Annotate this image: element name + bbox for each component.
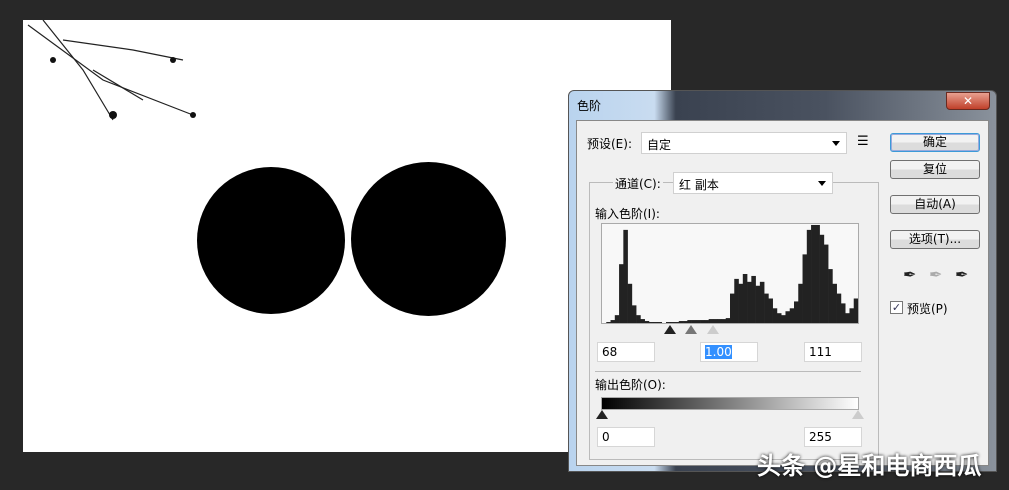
output-levels-label: 输出色阶(O):	[595, 378, 666, 392]
black-eyedropper-icon[interactable]: ✒	[903, 265, 916, 284]
histogram-bar	[823, 244, 829, 323]
reset-button[interactable]: 复位	[890, 160, 980, 179]
histogram-bar	[644, 321, 650, 323]
histogram-bar	[657, 322, 663, 323]
histogram-bar	[623, 229, 628, 323]
list-menu-icon[interactable]: ☰	[857, 134, 869, 149]
histogram-bar	[725, 318, 731, 323]
histogram-bar	[776, 313, 782, 323]
input-gamma-slider[interactable]	[685, 325, 697, 334]
divider	[595, 371, 861, 372]
histogram-bar	[648, 322, 654, 323]
histogram-bar	[772, 308, 778, 323]
histogram-bar	[853, 298, 858, 323]
chevron-down-icon	[832, 141, 840, 150]
close-button[interactable]: ✕	[946, 92, 990, 110]
histogram-bar	[640, 319, 645, 323]
input-black-slider[interactable]	[664, 325, 676, 334]
preset-label: 预设(E):	[587, 137, 632, 151]
histogram-bar	[700, 320, 705, 323]
histogram-bar	[849, 308, 855, 323]
dialog-title: 色阶	[577, 99, 602, 113]
histogram-bar	[836, 293, 842, 323]
histogram-bar	[636, 315, 641, 323]
channel-value: 红 副本	[679, 178, 719, 192]
input-white-field[interactable]: 111	[804, 342, 862, 362]
histogram-bar	[768, 298, 773, 323]
watermark: 头条 @星和电商西瓜	[757, 452, 982, 480]
right-black-circle	[351, 162, 506, 316]
histogram-bar	[832, 283, 837, 323]
histogram-bar	[794, 301, 799, 323]
histogram-bar	[687, 320, 692, 323]
histogram-bar	[764, 293, 769, 323]
preview-checkbox[interactable]: ✓	[890, 301, 903, 314]
histogram-bar	[712, 319, 718, 323]
white-eyedropper-icon[interactable]: ✒	[955, 265, 968, 284]
branch-decoration	[27, 20, 196, 121]
channel-label: 通道(C):	[613, 175, 663, 192]
left-black-circle	[197, 167, 345, 314]
histogram-bar	[798, 283, 803, 323]
histogram-bar	[734, 278, 739, 323]
histogram-bar	[811, 224, 816, 323]
gray-eyedropper-icon[interactable]: ✒	[929, 265, 942, 284]
histogram-bar	[751, 275, 756, 323]
histogram-bar	[653, 322, 658, 323]
histogram-bar	[695, 320, 701, 323]
histogram-bar	[721, 319, 727, 323]
histogram-bar	[789, 308, 795, 323]
input-gamma-field[interactable]: 1.00	[700, 342, 758, 362]
levels-dialog: 色阶 ✕ 预设(E): 自定 ☰ 通道(C): 红 副本 输入色阶(I): 68…	[568, 90, 997, 472]
histogram-bar	[683, 321, 688, 323]
histogram-bar	[670, 322, 675, 323]
histogram-bar	[631, 305, 637, 323]
output-white-slider[interactable]	[852, 410, 864, 419]
input-levels-label: 输入色阶(I):	[595, 207, 660, 221]
input-white-slider[interactable]	[707, 325, 719, 334]
histogram-bar	[845, 313, 850, 323]
channel-select[interactable]: 红 副本	[673, 172, 833, 194]
histogram-bar	[610, 320, 616, 323]
histogram-bar	[614, 315, 620, 323]
histogram-bar	[815, 224, 820, 323]
output-white-field[interactable]: 255	[804, 427, 862, 447]
histogram-bar	[781, 315, 786, 323]
histogram-bar	[691, 320, 697, 323]
histogram-bar	[742, 273, 748, 323]
input-gamma-value: 1.00	[705, 345, 732, 359]
histogram-bar	[717, 319, 722, 323]
histogram-bar	[666, 322, 671, 323]
auto-button[interactable]: 自动(A)	[890, 195, 980, 214]
histogram-bar	[806, 229, 812, 323]
histogram	[601, 223, 859, 324]
input-black-field[interactable]: 68	[597, 342, 655, 362]
histogram-bar	[708, 319, 714, 323]
preset-select[interactable]: 自定	[641, 132, 847, 154]
output-gradient	[601, 397, 859, 410]
chevron-down-icon	[818, 181, 826, 190]
output-black-slider[interactable]	[596, 410, 608, 419]
ok-button[interactable]: 确定	[890, 133, 980, 152]
histogram-bar	[678, 321, 684, 323]
histogram-bar	[819, 234, 825, 323]
histogram-bar	[606, 322, 611, 323]
histogram-bar	[840, 303, 846, 323]
histogram-bar	[828, 269, 833, 323]
histogram-bar	[802, 254, 808, 323]
output-black-field[interactable]: 0	[597, 427, 655, 447]
histogram-bar	[785, 311, 791, 323]
histogram-bar	[674, 322, 680, 323]
histogram-bar	[755, 285, 761, 323]
histogram-bar	[627, 283, 633, 323]
histogram-bar	[730, 293, 735, 323]
histogram-bar	[759, 281, 765, 323]
options-button[interactable]: 选项(T)...	[890, 230, 980, 249]
histogram-bar	[704, 320, 709, 323]
histogram-bar	[747, 281, 752, 323]
preview-label: 预览(P)	[907, 302, 948, 316]
preset-value: 自定	[647, 138, 672, 152]
histogram-bar	[738, 283, 744, 323]
histogram-bar	[619, 264, 624, 323]
